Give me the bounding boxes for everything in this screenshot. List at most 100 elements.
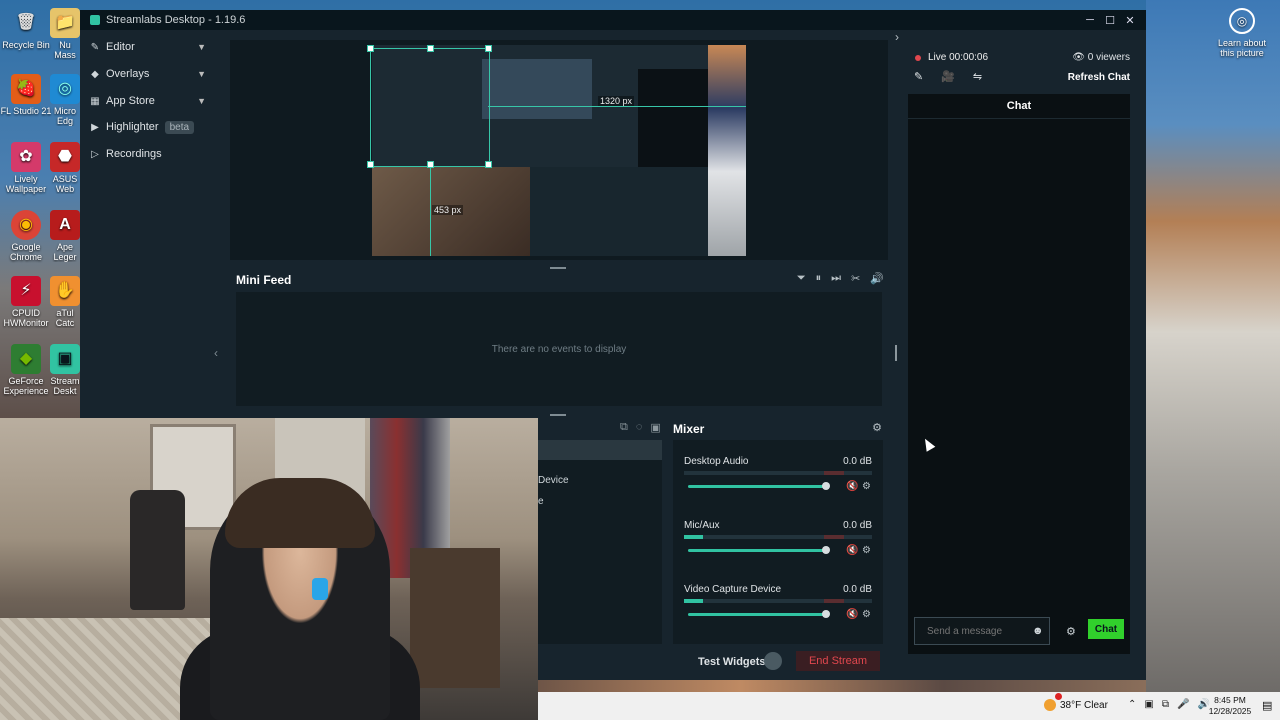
webcam-overlay [0,418,538,720]
end-stream-button[interactable]: End Stream [796,651,880,671]
source-selection-box[interactable] [370,48,490,167]
preview-wallpaper [708,45,746,256]
sidebar-item-highlighter[interactable]: ▶ Highlighter beta [90,118,206,136]
volume-slider[interactable] [688,485,828,488]
apex-icon: A [50,210,80,240]
volume-slider-knob[interactable] [822,546,830,554]
streamlabs-icon: ▣ [50,344,80,374]
source-folder-icon[interactable]: ▣ [650,421,660,434]
network-icon[interactable]: ⧉ [1162,699,1169,710]
resize-handle-tl[interactable] [367,45,374,52]
volume-slider[interactable] [688,613,828,616]
chat-message-input[interactable] [914,617,1050,645]
share-icon[interactable]: ⇋ [973,70,982,83]
chevron-right-icon[interactable]: › [895,30,899,44]
channel-settings-icon[interactable]: ⚙ [862,481,871,492]
source-copy-icon[interactable]: ⧉ [620,421,628,434]
source-item-label[interactable]: e [538,496,544,507]
desktop-icon-partial-1[interactable]: 📁 Nu Mass [50,8,80,60]
chat-settings-icon[interactable]: ⚙ [1066,625,1076,638]
height-measure-label: 453 px [432,205,464,215]
desktop-icon-partial-2[interactable]: ◎ Micro Edg [50,74,80,126]
desktop-icon-hwmonitor[interactable]: ⚡ CPUID HWMonitor [0,276,52,328]
desktop-icon-partial-4[interactable]: A Ape Leger [50,210,80,262]
emoji-icon[interactable]: ☻ [1032,625,1044,637]
taskbar-clock[interactable]: 8:45 PM 12/28/2025 [1200,695,1260,717]
mini-feed-empty-text: There are no events to display [236,292,882,406]
panel-splitter[interactable] [895,345,897,361]
desktop-icon-partial-3[interactable]: ⬣ ASUS Web [50,142,80,194]
mute-icon[interactable]: 🔇 [846,545,858,556]
volume-icon[interactable]: 🔊 [870,272,884,285]
notifications-icon[interactable]: ▤ [1262,699,1272,712]
mixer-title: Mixer [673,422,705,436]
desktop-icon-geforce[interactable]: ◆ GeForce Experience [0,344,52,396]
microphone-icon[interactable]: 🎤 [1177,699,1189,710]
channel-settings-icon[interactable]: ⚙ [862,545,871,556]
sources-list: Device e [538,440,662,644]
volume-slider[interactable] [688,549,828,552]
mute-icon[interactable]: 🔇 [846,481,858,492]
recycle-bin-icon: 🗑 [15,14,37,31]
webcam-shelf [410,548,500,688]
dock-resize-handle[interactable] [550,414,566,416]
beta-badge: beta [164,120,195,134]
record-button[interactable] [764,652,782,670]
source-visibility-icon[interactable]: ◌ [636,421,643,434]
recordings-icon: ▷ [91,148,99,160]
lively-wallpaper-icon: ✿ [11,142,41,172]
source-item-selected[interactable] [538,440,662,460]
resize-handle-tm[interactable] [427,45,434,52]
desktop-icon-partial-6[interactable]: ▣ Stream Deskt [50,344,80,396]
preview-nested-window [482,59,592,119]
resize-handle-tr[interactable] [485,45,492,52]
desktop-icon-partial-5[interactable]: ✋ aTul Catc [50,276,80,328]
edit-stream-info-icon[interactable]: ✎ [914,70,923,83]
live-indicator-icon [915,54,921,61]
video-icon[interactable]: 🎥 [941,70,955,83]
desktop-icon-recycle-bin[interactable]: 🗑 Recycle Bin [0,8,52,51]
mute-icon[interactable]: 🔇 [846,609,858,620]
asus-icon: ⬣ [50,142,80,172]
sidebar-item-editor[interactable]: ✎ Editor ▼ [90,38,206,56]
window-title: Streamlabs Desktop - 1.19.6 [106,14,246,26]
maximize-button[interactable]: ☐ [1100,10,1120,30]
close-button[interactable]: ✕ [1120,10,1140,30]
source-item-label[interactable]: Device [538,475,569,486]
folder-icon: 📁 [50,8,80,38]
minimize-button[interactable]: ─ [1080,10,1100,30]
skip-icon[interactable]: ⏭ [831,272,841,285]
collapse-sidebar-icon[interactable]: ‹ [214,346,218,360]
show-hidden-icons-icon[interactable]: ⌃ [1128,699,1136,710]
send-chat-button[interactable]: Chat [1088,619,1124,639]
desktop-icon-lively-wallpaper[interactable]: ✿ Lively Wallpaper [0,142,52,194]
volume-slider-knob[interactable] [822,610,830,618]
channel-settings-icon[interactable]: ⚙ [862,609,871,620]
resize-handle-bl[interactable] [367,161,374,168]
hand-icon: ✋ [50,276,80,306]
learn-about-picture[interactable]: ◎ Learn about this picture [1214,8,1270,58]
sidebar-item-recordings[interactable]: ▷ Recordings [90,145,206,163]
audio-level-fill [684,535,703,539]
highlighter-icon: ▶ [91,121,99,133]
pause-icon[interactable]: ⏸ [816,272,822,285]
resize-handle-br[interactable] [485,161,492,168]
desktop-icon-google-chrome[interactable]: ◉ Google Chrome [0,210,52,262]
mixer-settings-icon[interactable]: ⚙ [872,421,882,434]
chrome-icon: ◉ [11,210,41,240]
filter-icon[interactable]: ⏷ [797,272,806,285]
title-bar: Streamlabs Desktop - 1.19.6 ─ ☐ ✕ [80,10,1146,30]
mute-alerts-icon[interactable]: ✂ [851,272,860,285]
live-dock: Live 00:00:06 👁 0 viewers ✎ 🎥 ⇋ Refresh … [908,30,1130,660]
test-widgets-button[interactable]: Test Widgets [698,656,766,668]
sidebar-item-app-store[interactable]: ▦ App Store ▼ [90,92,206,110]
desktop-icon-fl-studio[interactable]: 🍓 FL Studio 21 [0,74,52,116]
sidebar-item-overlays[interactable]: ◆ Overlays ▼ [90,65,206,83]
desktop-wallpaper-right [1146,0,1280,692]
overlays-icon: ◆ [91,68,99,80]
refresh-chat-button[interactable]: Refresh Chat [1068,72,1130,83]
tray-app-icon[interactable]: ▣ [1144,699,1153,710]
resize-handle-bm[interactable] [427,161,434,168]
volume-slider-knob[interactable] [822,482,830,490]
taskbar-weather[interactable]: 38°F Clear [1044,699,1108,711]
